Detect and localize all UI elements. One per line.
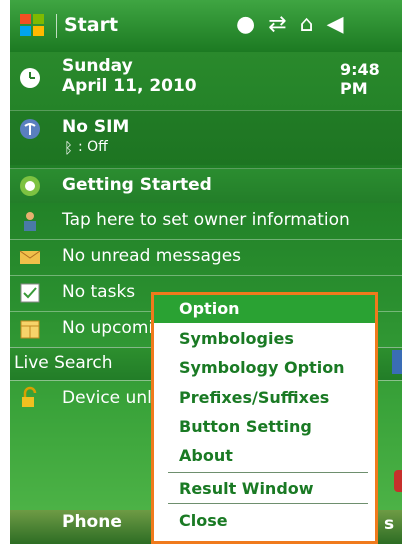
start-button[interactable]: Start <box>64 14 118 36</box>
bluetooth-icon: ᛒ <box>64 139 74 157</box>
menu-separator <box>168 472 368 473</box>
menu-item-button-setting[interactable]: Button Setting <box>154 413 375 441</box>
getting-started-row[interactable]: Getting Started <box>10 168 402 203</box>
getting-started-label: Getting Started <box>62 175 212 195</box>
globe-icon[interactable]: ● <box>236 12 255 37</box>
popup-menu: Option Symbologies Symbology Option Prefixe… <box>151 292 378 544</box>
day-label: Sunday <box>62 56 133 76</box>
menu-item-prefixes-suffixes[interactable]: Prefixes/Suffixes <box>154 384 375 412</box>
sync-arrows-icon[interactable]: ⇄ <box>268 12 286 37</box>
connectivity-icon[interactable]: ⌂ <box>300 12 314 37</box>
tasks-label: No tasks <box>62 282 136 302</box>
right-softkey[interactable]: s <box>384 514 394 534</box>
message-icon <box>19 250 41 264</box>
messages-label: No unread messages <box>62 246 242 266</box>
windows-logo-icon[interactable] <box>18 11 46 39</box>
owner-label: Tap here to set owner information <box>62 210 350 230</box>
title-separator <box>56 14 57 38</box>
padlock-icon <box>22 386 37 407</box>
menu-item-close[interactable]: Close <box>154 507 375 535</box>
phone-softkey[interactable]: Phone <box>62 512 122 532</box>
getting-started-icon <box>20 176 40 196</box>
search-go-button[interactable] <box>392 350 402 374</box>
date-label: April 11, 2010 <box>62 76 197 96</box>
clock-icon <box>20 68 40 88</box>
menu-separator <box>168 503 368 504</box>
red-tab-button[interactable] <box>394 470 402 492</box>
owner-row[interactable]: Tap here to set owner information <box>10 203 402 240</box>
today-screen: Start ● ⇄ ⌂ ◀ Sunday April 11, 2010 9:48… <box>10 0 402 544</box>
antenna-icon <box>20 119 40 139</box>
messages-row[interactable]: No unread messages <box>10 239 402 276</box>
live-search-label: Live Search <box>14 353 113 373</box>
menu-item-symbology-option[interactable]: Symbology Option <box>154 354 375 382</box>
menu-item-option[interactable]: Option <box>154 295 375 323</box>
title-bar: Start ● ⇄ ⌂ ◀ <box>10 0 402 52</box>
status-icons: ● ⇄ ⌂ ◀ <box>236 12 396 40</box>
menu-item-symbologies[interactable]: Symbologies <box>154 325 375 353</box>
sim-label: No SIM <box>62 117 130 137</box>
bluetooth-status: : Off <box>78 139 108 155</box>
owner-icon <box>24 212 36 231</box>
time-label: 9:48 PM <box>340 60 380 98</box>
sim-row[interactable]: No SIM ᛒ : Off <box>10 110 402 165</box>
calendar-icon <box>20 320 40 339</box>
menu-item-result-window[interactable]: Result Window <box>154 475 375 503</box>
menu-item-about[interactable]: About <box>154 442 375 470</box>
date-row[interactable]: Sunday April 11, 2010 9:48 PM <box>10 52 402 110</box>
speaker-icon[interactable]: ◀ <box>327 12 344 37</box>
tasks-icon <box>20 283 40 303</box>
